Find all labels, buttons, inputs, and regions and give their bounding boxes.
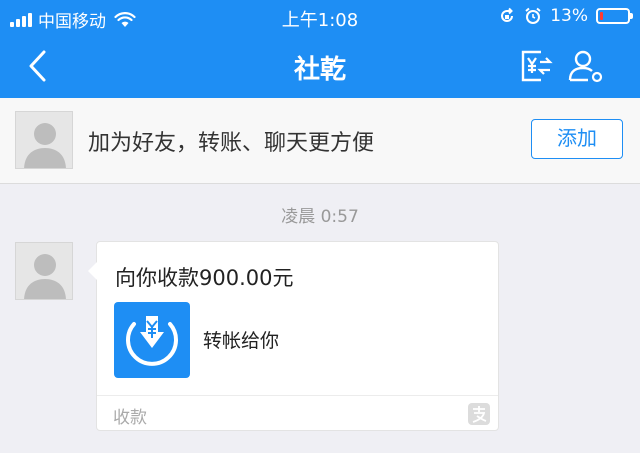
header: 中国移动 上午1:08 13% 社乾 [0,0,640,98]
alarm-icon [525,7,541,24]
profile-settings-icon [568,50,603,83]
default-avatar-icon [24,123,66,168]
battery-icon [596,8,633,24]
nav-bar: 社乾 [0,34,640,98]
profile-button[interactable] [566,46,606,86]
message-timestamp: 凌晨 0:57 [281,207,359,227]
transfer-yuan-icon [521,50,553,82]
alipay-icon [468,403,490,425]
payment-description: 转帐给你 [203,330,280,352]
payment-request-title: 向你收款900.00元 [115,266,294,290]
orientation-lock-icon [501,7,514,22]
card-footer: 收款 [97,395,498,430]
banner-text: 加为好友，转账、聊天更方便 [88,131,375,156]
status-right: 13% [498,6,633,26]
add-friend-banner: 加为好友，转账、聊天更方便 添加 [0,98,640,184]
status-bar: 中国移动 上午1:08 13% [0,0,640,34]
footer-label: 收款 [113,408,147,428]
chevron-left-icon [29,50,46,82]
default-avatar-icon [24,254,66,299]
transfer-button[interactable] [515,46,555,86]
avatar [15,111,73,169]
add-friend-button[interactable]: 添加 [531,119,623,159]
sender-avatar[interactable] [15,242,73,300]
yuan-download-icon [126,316,178,366]
payment-request-card[interactable]: 向你收款900.00元 转帐给你 收款 [88,241,499,431]
battery-percent: 13% [550,6,588,26]
back-button[interactable] [22,48,62,84]
payment-icon [114,302,190,378]
